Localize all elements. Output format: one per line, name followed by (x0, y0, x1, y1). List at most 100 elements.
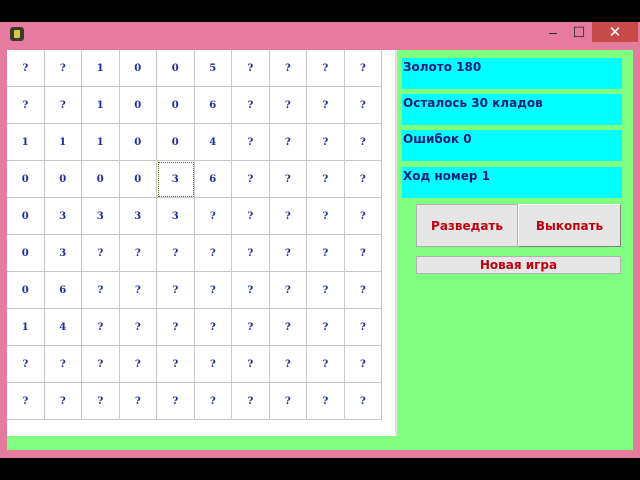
board-cell[interactable]: ? (269, 198, 307, 235)
board-cell[interactable]: 3 (157, 198, 195, 235)
dig-button[interactable]: Выкопать (518, 204, 621, 247)
board-cell[interactable]: 0 (119, 50, 157, 87)
board-cell[interactable]: ? (7, 346, 45, 383)
board-cell[interactable]: ? (269, 383, 307, 420)
board-cell[interactable]: ? (307, 272, 345, 309)
board-cell[interactable]: ? (232, 272, 270, 309)
minimize-button[interactable]: – (540, 22, 566, 42)
board-cell[interactable]: ? (119, 235, 157, 272)
board-cell[interactable]: ? (344, 161, 382, 198)
board-cell[interactable]: 1 (7, 309, 45, 346)
board-cell[interactable]: ? (82, 346, 120, 383)
board-cell[interactable]: ? (7, 383, 45, 420)
board-cell[interactable]: ? (344, 235, 382, 272)
board-cell[interactable]: ? (82, 235, 120, 272)
board-cell[interactable]: 4 (194, 124, 232, 161)
board-cell[interactable]: 1 (44, 124, 82, 161)
board-cell[interactable]: ? (269, 235, 307, 272)
board-cell[interactable]: 0 (157, 50, 195, 87)
board-cell[interactable]: 4 (44, 309, 82, 346)
board-cell[interactable]: ? (194, 346, 232, 383)
board-cell[interactable]: ? (157, 383, 195, 420)
board-cell[interactable]: 1 (82, 87, 120, 124)
board-cell[interactable]: ? (344, 87, 382, 124)
board-cell[interactable]: ? (157, 272, 195, 309)
board-cell[interactable]: 0 (119, 161, 157, 198)
board-cell[interactable]: ? (307, 87, 345, 124)
board-cell[interactable]: ? (344, 309, 382, 346)
board-cell[interactable]: ? (7, 87, 45, 124)
board-cell[interactable]: ? (307, 50, 345, 87)
board-cell[interactable]: ? (194, 235, 232, 272)
board-cell[interactable]: 0 (7, 235, 45, 272)
scout-button[interactable]: Разведать (416, 204, 518, 247)
maximize-button[interactable]: ☐ (566, 22, 592, 42)
board-cell[interactable]: ? (269, 346, 307, 383)
board-cell[interactable]: ? (344, 50, 382, 87)
board-cell[interactable]: ? (232, 346, 270, 383)
board-cell[interactable]: 6 (194, 87, 232, 124)
board-cell[interactable]: ? (194, 272, 232, 309)
board-cell[interactable]: ? (232, 309, 270, 346)
board-cell[interactable]: 0 (82, 161, 120, 198)
new-game-button[interactable]: Новая игра (416, 256, 621, 274)
board-cell[interactable]: 0 (7, 272, 45, 309)
board-cell[interactable]: ? (119, 346, 157, 383)
board-cell[interactable]: ? (232, 161, 270, 198)
board-cell[interactable]: ? (232, 124, 270, 161)
board-cell[interactable]: ? (82, 383, 120, 420)
board-cell[interactable]: ? (119, 272, 157, 309)
board-cell[interactable]: ? (269, 50, 307, 87)
board-cell[interactable]: ? (269, 124, 307, 161)
board-cell[interactable]: ? (194, 309, 232, 346)
board-cell[interactable]: ? (344, 346, 382, 383)
board-cell[interactable]: 3 (44, 198, 82, 235)
board-cell[interactable]: ? (157, 309, 195, 346)
board-cell[interactable]: 0 (157, 124, 195, 161)
board-cell[interactable]: 0 (157, 87, 195, 124)
board-cell[interactable]: ? (194, 383, 232, 420)
board-cell[interactable]: ? (269, 87, 307, 124)
app-icon[interactable] (10, 27, 24, 41)
board-cell[interactable]: ? (344, 383, 382, 420)
board-cell[interactable]: ? (232, 50, 270, 87)
board-cell[interactable]: 3 (44, 235, 82, 272)
board-cell[interactable]: 6 (44, 272, 82, 309)
board-cell[interactable]: 6 (194, 161, 232, 198)
board-cell[interactable]: ? (44, 87, 82, 124)
board-cell[interactable]: ? (232, 235, 270, 272)
title-bar[interactable]: – ☐ ✕ (0, 22, 640, 46)
board-cell[interactable]: ? (344, 124, 382, 161)
board-cell[interactable]: ? (232, 87, 270, 124)
board-cell[interactable]: ? (194, 198, 232, 235)
board-cell[interactable]: ? (307, 383, 345, 420)
board-cell[interactable]: ? (119, 383, 157, 420)
board-cell[interactable]: 0 (44, 161, 82, 198)
board-cell[interactable]: 3 (119, 198, 157, 235)
board-cell[interactable]: ? (307, 346, 345, 383)
board-cell[interactable]: ? (232, 198, 270, 235)
board-cell[interactable]: 0 (119, 124, 157, 161)
board-cell[interactable]: 0 (7, 198, 45, 235)
board-cell[interactable]: ? (269, 309, 307, 346)
board-cell[interactable]: ? (44, 50, 82, 87)
board-cell[interactable]: ? (269, 161, 307, 198)
board-cell[interactable]: ? (344, 272, 382, 309)
board-cell[interactable]: 1 (82, 124, 120, 161)
board-cell[interactable]: 1 (82, 50, 120, 87)
board-cell[interactable]: ? (232, 383, 270, 420)
board-cell[interactable]: ? (307, 124, 345, 161)
board-cell[interactable]: ? (82, 272, 120, 309)
board-cell[interactable]: ? (344, 198, 382, 235)
board-cell[interactable]: ? (82, 309, 120, 346)
board-cell[interactable]: ? (269, 272, 307, 309)
board-cell[interactable]: ? (307, 161, 345, 198)
board-cell[interactable]: ? (307, 309, 345, 346)
board-cell[interactable]: 3 (157, 161, 195, 198)
board-cell[interactable]: ? (7, 50, 45, 87)
board-cell[interactable]: ? (157, 346, 195, 383)
close-button[interactable]: ✕ (592, 22, 638, 42)
board-cell[interactable]: ? (44, 383, 82, 420)
board-cell[interactable]: 5 (194, 50, 232, 87)
board-cell[interactable]: ? (44, 346, 82, 383)
